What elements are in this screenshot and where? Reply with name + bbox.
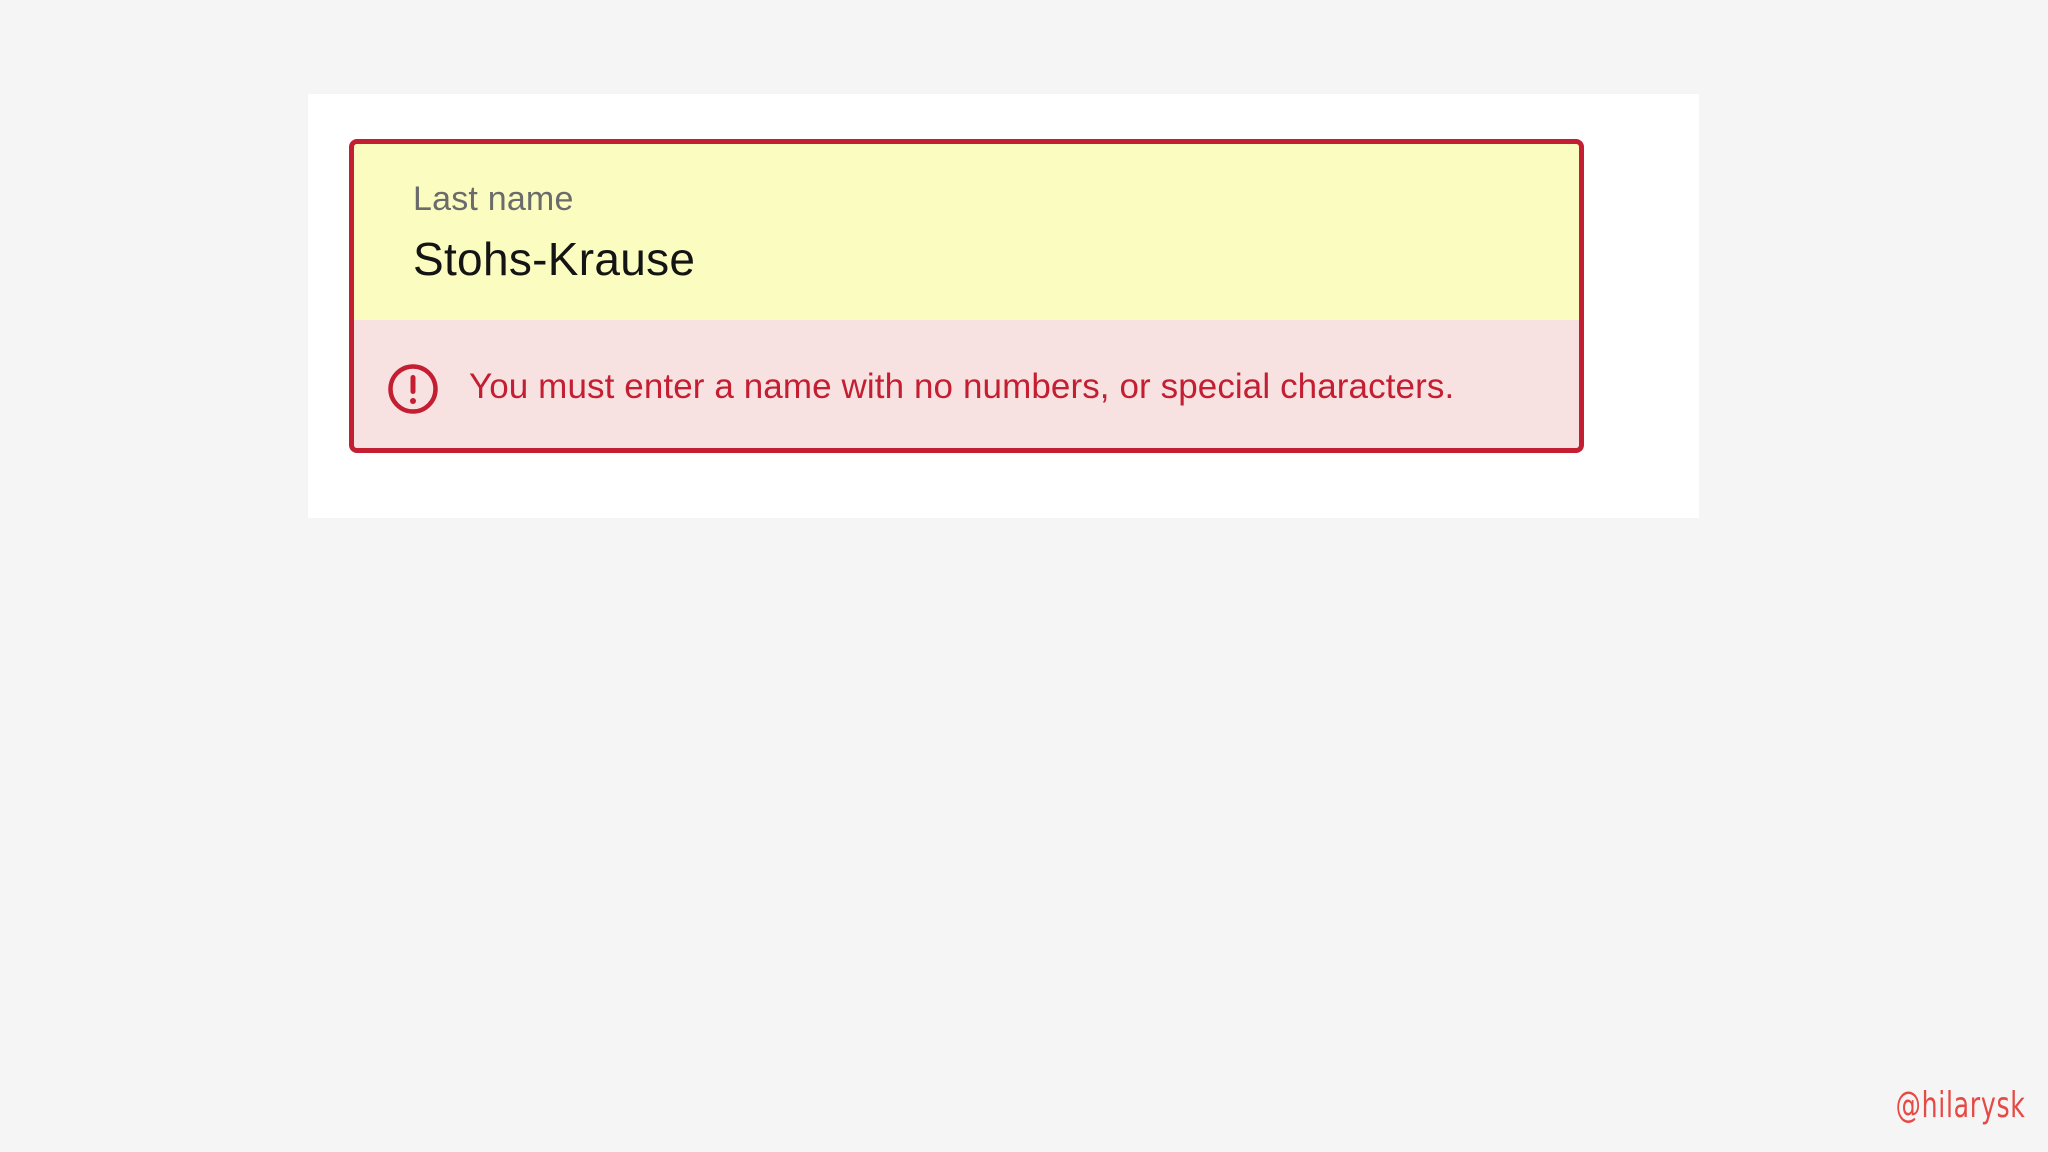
error-message-area: You must enter a name with no numbers, o…	[354, 320, 1579, 448]
error-text: You must enter a name with no numbers, o…	[469, 367, 1455, 406]
field-value[interactable]: Stohs-Krause	[413, 232, 695, 286]
last-name-input[interactable]: Last name Stohs-Krause	[354, 144, 1579, 320]
watermark: @hilarysk	[1896, 1085, 2026, 1126]
field-label: Last name	[413, 180, 574, 218]
exclamation-circle-icon	[388, 364, 438, 414]
last-name-field: Last name Stohs-Krause You must enter a …	[349, 139, 1584, 453]
